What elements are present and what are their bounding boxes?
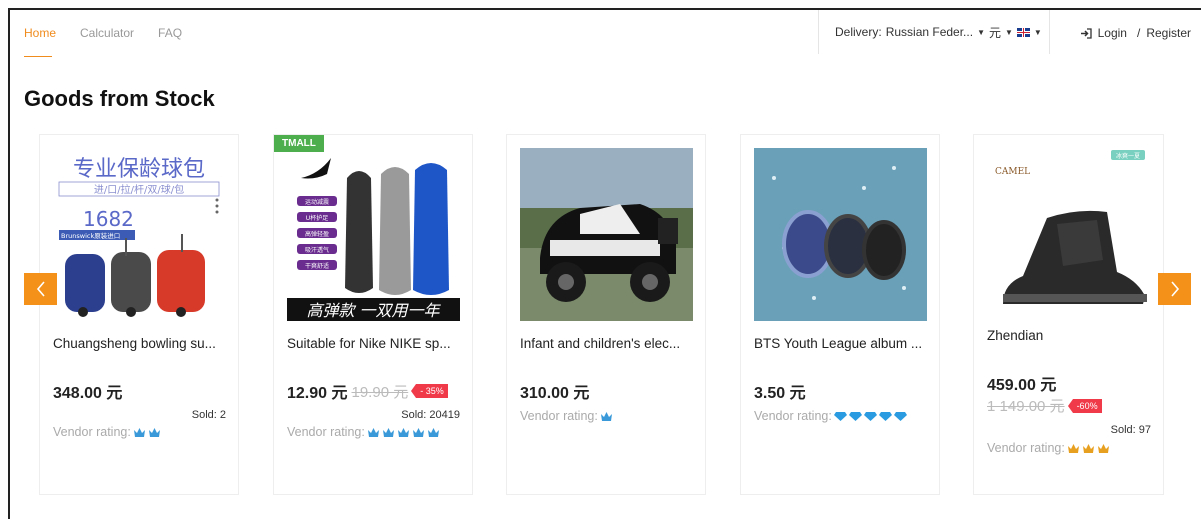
image-caption-2: 冰爽一夏: [1116, 152, 1140, 160]
image-tag-3: 高弹轻盈: [305, 230, 329, 238]
chevron-down-icon[interactable]: ▼: [1034, 28, 1042, 37]
discount-badge: -60%: [1067, 398, 1102, 413]
product-price: 310.00 元: [520, 379, 589, 403]
vendor-rating-label: Vendor rating:: [987, 441, 1065, 455]
login-icon: [1080, 27, 1092, 39]
vendor-rating: Vendor rating:: [520, 409, 613, 423]
price-value: 12.90 元: [287, 385, 348, 402]
chevron-down-icon[interactable]: ▼: [977, 28, 985, 37]
delivery-label: Delivery:: [835, 25, 882, 39]
diamond-icon: [893, 411, 907, 421]
crown-icon: [133, 427, 145, 437]
product-price: 3.50 元: [754, 379, 806, 403]
crown-icon: [1097, 443, 1109, 453]
crown-icon: [148, 427, 160, 437]
price-value: 459.00 元: [987, 377, 1057, 394]
product-card[interactable]: 专业保龄球包 进/口/拉/杆/双/球/包 1682 Brunswick原装进口 …: [39, 134, 239, 495]
image-tag-5: 干爽舒适: [305, 262, 329, 270]
image-caption-2: 进/口/拉/杆/双/球/包: [94, 183, 184, 196]
chevron-left-icon: [36, 281, 45, 297]
auth-separator: /: [1136, 26, 1141, 40]
chevron-right-icon: [1170, 281, 1179, 297]
vendor-rating-label: Vendor rating:: [520, 409, 598, 423]
diamond-icon: [833, 411, 847, 421]
crown-icon: [397, 427, 409, 437]
vendor-rating-label: Vendor rating:: [53, 425, 131, 439]
chevron-down-icon[interactable]: ▼: [1005, 28, 1013, 37]
product-name[interactable]: Infant and children's elec...: [520, 336, 700, 351]
vendor-rating-label: Vendor rating:: [287, 425, 365, 439]
product-image[interactable]: [754, 148, 927, 321]
image-tag-2: U杯护足: [306, 214, 328, 222]
uk-flag-icon[interactable]: [1016, 27, 1030, 37]
product-image[interactable]: 专业保龄球包 进/口/拉/杆/双/球/包 1682 Brunswick原装进口: [53, 148, 226, 321]
diamond-icon: [878, 411, 892, 421]
image-tag-4: 吸汗透气: [305, 246, 329, 254]
old-price: 19.90 元: [351, 383, 409, 401]
crown-icon: [1067, 443, 1079, 453]
old-price-row: 1 149.00 元 -60%: [987, 395, 1102, 416]
crown-icon: [367, 427, 379, 437]
vendor-rating-label: Vendor rating:: [754, 409, 832, 423]
vendor-rating: Vendor rating:: [287, 425, 440, 439]
product-image[interactable]: CAMEL 冰爽一夏: [987, 148, 1152, 313]
nav-home[interactable]: Home: [24, 26, 56, 57]
discount-badge: - 35%: [411, 384, 448, 398]
image-caption-1: 专业保龄球包: [73, 157, 205, 182]
nav-calculator[interactable]: Calculator: [80, 26, 134, 40]
diamond-icon: [863, 411, 877, 421]
product-image[interactable]: [520, 148, 693, 321]
crown-icon: [412, 427, 424, 437]
crown-icon: [382, 427, 394, 437]
price-value: 310.00 元: [520, 385, 590, 402]
product-card[interactable]: CAMEL 冰爽一夏 Zhendian 459.00 元 1 149.00 元 …: [973, 134, 1164, 495]
nav-faq[interactable]: FAQ: [158, 26, 182, 40]
section-title: Goods from Stock: [24, 86, 215, 111]
auth-links: Login / Register: [1080, 26, 1191, 40]
image-caption: 高弹款 一双用一年: [306, 301, 441, 320]
image-caption-3: 1682: [83, 207, 134, 231]
product-card[interactable]: 运动减震 U杯护足 高弹轻盈 吸汗透气 干爽舒适 高弹款 一双用一年 TMALL…: [273, 134, 473, 495]
product-price: 459.00 元: [987, 371, 1056, 395]
sold-count: Sold: 20419: [401, 409, 460, 421]
sold-count: Sold: 2: [191, 409, 226, 421]
image-caption-4: Brunswick原装进口: [61, 231, 120, 240]
login-link[interactable]: Login: [1098, 26, 1127, 40]
crown-icon: [427, 427, 439, 437]
delivery-selector: Delivery: Russian Feder... ▼ 元 ▼ ▼: [818, 10, 1050, 54]
register-link[interactable]: Register: [1146, 26, 1191, 40]
diamond-icon: [848, 411, 862, 421]
delivery-country[interactable]: Russian Feder...: [886, 25, 973, 39]
carousel-next-button[interactable]: [1158, 273, 1191, 305]
vendor-rating: Vendor rating:: [754, 409, 907, 423]
price-value: 3.50 元: [754, 385, 806, 402]
product-card[interactable]: Infant and children's elec... 310.00 元 V…: [506, 134, 706, 495]
carousel-prev-button[interactable]: [24, 273, 57, 305]
image-caption-1: CAMEL: [995, 167, 1030, 177]
product-price: 12.90 元 19.90 元 - 35%: [287, 379, 448, 403]
tmall-badge: TMALL: [274, 135, 324, 152]
image-tag-1: 运动减震: [305, 198, 329, 206]
product-name[interactable]: BTS Youth League album ...: [754, 336, 934, 351]
price-value: 348.00 元: [53, 385, 123, 402]
product-name[interactable]: Suitable for Nike NIKE sp...: [287, 336, 467, 351]
product-image[interactable]: 运动减震 U杯护足 高弹轻盈 吸汗透气 干爽舒适 高弹款 一双用一年: [287, 148, 460, 321]
vendor-rating: Vendor rating:: [987, 441, 1110, 455]
crown-icon: [1082, 443, 1094, 453]
product-name[interactable]: Chuangsheng bowling su...: [53, 336, 233, 351]
product-name[interactable]: Zhendian: [987, 328, 1167, 343]
currency-select[interactable]: 元: [989, 24, 1001, 41]
main-nav: Home Calculator FAQ: [24, 26, 182, 57]
old-price: 1 149.00 元: [987, 398, 1065, 415]
vendor-rating: Vendor rating:: [53, 425, 161, 439]
product-card[interactable]: BTS Youth League album ... 3.50 元 Vendor…: [740, 134, 940, 495]
sold-count: Sold: 97: [1110, 424, 1151, 436]
crown-icon: [600, 411, 612, 421]
product-price: 348.00 元: [53, 379, 122, 403]
